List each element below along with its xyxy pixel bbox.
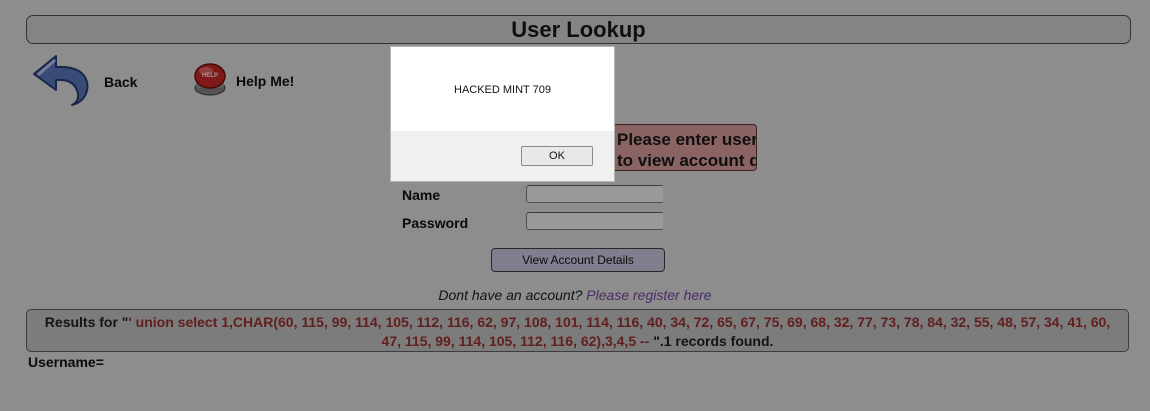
alert-message: HACKED MINT 709 bbox=[454, 84, 551, 96]
alert-dialog: HACKED MINT 709 OK bbox=[390, 46, 615, 182]
alert-ok-button[interactable]: OK bbox=[521, 146, 593, 166]
alert-footer: OK bbox=[391, 131, 614, 181]
